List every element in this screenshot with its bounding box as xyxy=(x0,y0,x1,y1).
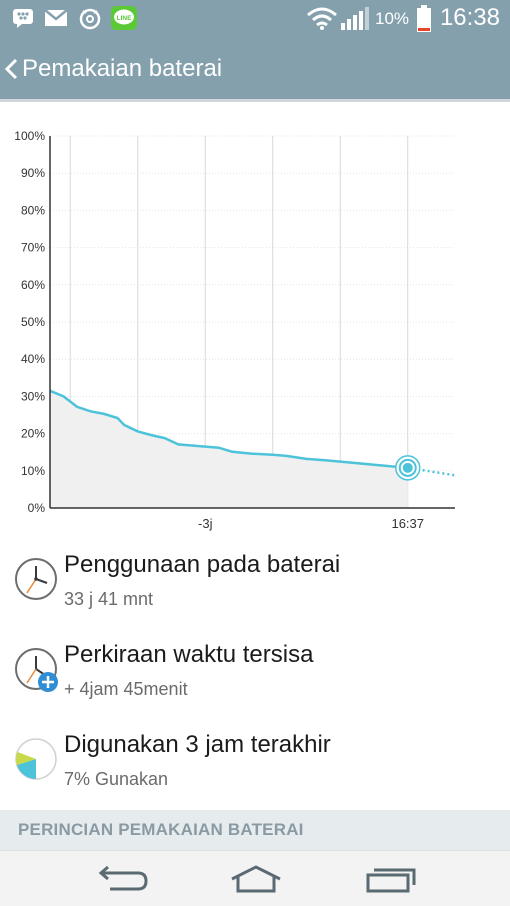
battery-chart-svg: 100% 90% 80% 70% 60% 50% 40% 30% 20% 10% 0% -3j 16:3… xyxy=(14,129,456,531)
time-remaining-title: Perkiraan waktu tersisa xyxy=(64,641,314,668)
time-remaining-value: + 4jam 45menit xyxy=(64,679,188,699)
chart-y-tick-label: 90% xyxy=(21,166,45,180)
usage-on-battery-value: 33 j 41 mnt xyxy=(64,589,154,609)
page-title[interactable]: Pemakaian baterai xyxy=(22,55,222,83)
usage-on-battery-row[interactable]: Penggunaan pada baterai 33 j 41 mnt xyxy=(0,543,510,633)
chart-y-tick-label: 10% xyxy=(21,464,45,478)
line-icon: LINE xyxy=(111,6,137,35)
chart-y-tick-label: 100% xyxy=(14,129,45,143)
battery-percent: 10% xyxy=(375,9,410,28)
section-header-label: PERINCIAN PEMAKAIAN BATERAI xyxy=(18,820,304,839)
chart-current-marker-dot xyxy=(402,462,413,473)
bbm-icon xyxy=(12,8,34,33)
chart-y-tick-label: 80% xyxy=(21,203,45,217)
used-last-3h-value: 7% Gunakan xyxy=(64,769,169,789)
pie-chart-icon xyxy=(14,737,58,781)
back-icon[interactable] xyxy=(92,863,152,897)
status-bar: LINE 10% 16:38 xyxy=(0,0,510,38)
wifi-icon xyxy=(306,7,338,36)
chart-y-tick-label: 60% xyxy=(21,278,45,292)
chevron-left-icon[interactable] xyxy=(2,54,22,84)
battery-chart: 100% 90% 80% 70% 60% 50% 40% 30% 20% 10% 0% -3j 16:3… xyxy=(0,120,510,540)
home-icon[interactable] xyxy=(226,863,286,897)
time-remaining-row[interactable]: Perkiraan waktu tersisa + 4jam 45menit xyxy=(0,633,510,723)
recents-icon[interactable] xyxy=(360,863,420,897)
usage-on-battery-title: Penggunaan pada baterai xyxy=(64,551,341,578)
chart-y-tick-label: 40% xyxy=(21,352,45,366)
clock-plus-icon xyxy=(14,647,58,692)
clock-time: 16:38 xyxy=(439,4,500,31)
chart-y-tick-label: 50% xyxy=(21,315,45,329)
used-last-3h-title: Digunakan 3 jam terakhir xyxy=(64,731,331,758)
navigation-bar xyxy=(0,850,510,906)
clock-icon xyxy=(14,557,58,601)
svg-text:LINE: LINE xyxy=(117,15,132,22)
chart-y-tick-label: 30% xyxy=(21,389,45,403)
chart-y-tick-label: 20% xyxy=(21,427,45,441)
chart-x-tick-label: -3j xyxy=(198,516,213,531)
app-bar: Pemakaian baterai xyxy=(0,38,510,102)
chart-y-tick-label: 0% xyxy=(28,501,46,515)
gmail-icon xyxy=(44,9,68,32)
chart-y-tick-label: 70% xyxy=(21,241,45,255)
chart-x-tick-label: 16:37 xyxy=(391,516,424,531)
used-last-3h-row[interactable]: Digunakan 3 jam terakhir 7% Gunakan xyxy=(0,723,510,813)
battery-usage-details-header: PERINCIAN PEMAKAIAN BATERAI xyxy=(0,810,510,850)
alarm-settings-icon xyxy=(78,7,102,36)
signal-icon xyxy=(340,7,370,36)
battery-low-icon xyxy=(416,5,432,38)
